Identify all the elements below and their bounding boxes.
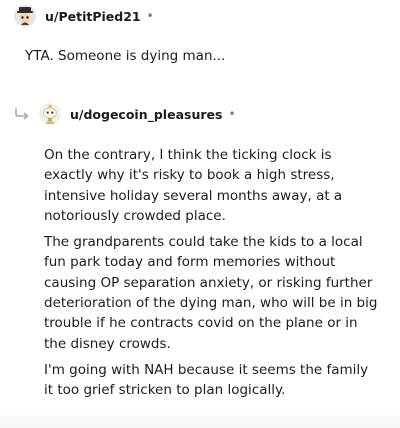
separator-dot: •: [146, 9, 154, 23]
reply-paragraph: On the contrary, I think the ticking clo…: [44, 147, 343, 224]
reply-paragraph: I'm going with NAH because it seems the …: [44, 361, 369, 399]
separator-dot: •: [228, 107, 236, 121]
bottom-fade: [0, 408, 400, 428]
reply-comment-header: u/dogecoin_pleasures •: [14, 103, 236, 125]
username-link[interactable]: u/dogecoin_pleasures: [70, 107, 222, 122]
top-comment-header: u/PetitPied21 •: [14, 5, 154, 27]
username-link[interactable]: u/PetitPied21: [45, 9, 141, 24]
comment-thread: u/PetitPied21 • YTA. Someone is dying ma…: [0, 0, 400, 428]
snoo-avatar-icon[interactable]: [39, 103, 61, 125]
snoo-avatar-icon[interactable]: [14, 5, 36, 27]
reply-paragraph: The grandparents could take the kids to …: [44, 234, 378, 352]
top-comment-text: YTA. Someone is dying man...: [25, 48, 226, 64]
reply-comment-body: On the contrary, I think the ticking clo…: [44, 145, 380, 407]
reply-arrow-icon: [14, 108, 30, 120]
